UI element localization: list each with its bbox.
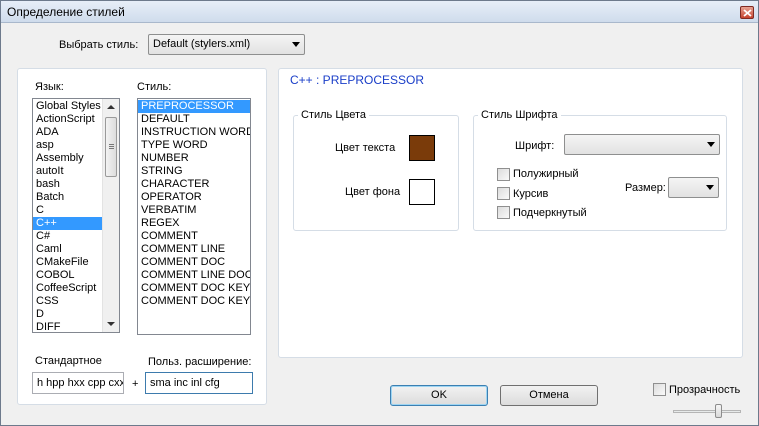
language-list-item[interactable]: C (33, 204, 102, 217)
bg-colour-label: Цвет фона (345, 186, 401, 198)
style-list-item[interactable]: CHARACTER (138, 178, 250, 191)
default-ext-value: h hpp hxx cpp cxx cc (37, 377, 124, 389)
colour-style-title: Стиль Цвета (298, 109, 369, 121)
chevron-down-icon (707, 142, 715, 147)
font-size-select[interactable] (668, 177, 719, 198)
style-list-item[interactable]: COMMENT (138, 230, 250, 243)
style-list-item[interactable]: DEFAULT (138, 113, 250, 126)
colour-style-group (293, 115, 459, 231)
scrollbar-thumb[interactable] (105, 117, 117, 177)
style-list-item[interactable]: COMMENT DOC KEYWORD ERROR (138, 295, 250, 308)
language-list-scrollbar[interactable] (102, 99, 119, 332)
language-list-item[interactable]: ActionScript (33, 113, 102, 126)
language-list-item[interactable]: Assembly (33, 152, 102, 165)
language-list-item[interactable]: Caml (33, 243, 102, 256)
font-style-group (473, 115, 727, 231)
style-list-item[interactable]: INSTRUCTION WORD (138, 126, 250, 139)
chevron-down-icon (706, 185, 714, 190)
language-list-item[interactable]: asp (33, 139, 102, 152)
title-bar[interactable]: Определение стилей (1, 1, 758, 23)
font-name-select[interactable] (564, 134, 720, 155)
language-list-item[interactable]: autoIt (33, 165, 102, 178)
language-label: Язык: (35, 81, 64, 93)
language-list-item[interactable]: bash (33, 178, 102, 191)
bold-label: Полужирный (513, 168, 579, 180)
style-list-item[interactable]: OPERATOR (138, 191, 250, 204)
fg-colour-swatch[interactable] (409, 135, 435, 161)
style-list-item[interactable]: TYPE WORD (138, 139, 250, 152)
language-list[interactable]: Global Styles ActionScript ADA asp Assembly a… (32, 98, 120, 333)
default-ext-field: h hpp hxx cpp cxx cc (32, 372, 124, 394)
theme-select-value: Default (stylers.xml) (153, 38, 251, 50)
bg-colour-swatch[interactable] (409, 179, 435, 205)
window-title: Определение стилей (7, 5, 125, 19)
language-list-item[interactable]: C++ (33, 217, 102, 230)
user-ext-value: sma inc inl cfg (150, 377, 220, 389)
transparency-label: Прозрачность (669, 384, 741, 396)
language-list-item[interactable]: C# (33, 230, 102, 243)
style-header-title: C++ : PREPROCESSOR (290, 73, 425, 87)
cancel-button[interactable]: Отмена (500, 385, 598, 406)
user-ext-input[interactable]: sma inc inl cfg (145, 372, 253, 394)
font-size-label: Размер: (625, 182, 666, 194)
chevron-down-icon (292, 42, 300, 47)
font-style-title: Стиль Шрифта (478, 109, 561, 121)
style-list-item[interactable]: NUMBER (138, 152, 250, 165)
underline-checkbox[interactable] (497, 206, 510, 219)
style-list-item[interactable]: COMMENT DOC KEYWORD (138, 282, 250, 295)
language-list-item[interactable]: Batch (33, 191, 102, 204)
style-list-item[interactable]: PREPROCESSOR (138, 100, 250, 113)
scroll-down-icon[interactable] (104, 317, 118, 331)
language-list-item[interactable]: CSS (33, 295, 102, 308)
fg-colour-label: Цвет текста (335, 142, 396, 154)
language-list-item[interactable]: CoffeeScript (33, 282, 102, 295)
close-button[interactable] (740, 6, 754, 19)
style-list-item[interactable]: COMMENT LINE (138, 243, 250, 256)
style-list-item[interactable]: COMMENT DOC (138, 256, 250, 269)
theme-select[interactable]: Default (stylers.xml) (148, 34, 305, 55)
transparency-slider-thumb[interactable] (715, 404, 722, 418)
font-name-label: Шрифт: (515, 140, 555, 152)
language-list-item[interactable]: D (33, 308, 102, 321)
style-list-item[interactable]: REGEX (138, 217, 250, 230)
plus-sign: + (132, 378, 139, 390)
language-list-item[interactable]: Global Styles (33, 100, 102, 113)
italic-checkbox[interactable] (497, 187, 510, 200)
ok-button[interactable]: OK (390, 385, 488, 406)
style-list-item[interactable]: STRING (138, 165, 250, 178)
language-list-item[interactable]: CMakeFile (33, 256, 102, 269)
bold-checkbox[interactable] (497, 168, 510, 181)
style-label: Стиль: (137, 81, 172, 93)
transparency-checkbox[interactable] (653, 383, 666, 396)
style-list-item[interactable]: VERBATIM (138, 204, 250, 217)
style-list-item[interactable]: COMMENT LINE DOC (138, 269, 250, 282)
language-list-item[interactable]: COBOL (33, 269, 102, 282)
user-ext-label: Польз. расширение: (148, 356, 252, 368)
scroll-up-icon[interactable] (104, 100, 118, 114)
language-list-item[interactable]: ADA (33, 126, 102, 139)
transparency-slider-track[interactable] (673, 410, 741, 413)
style-configurator-dialog: Определение стилей Выбрать стиль: Defaul… (0, 0, 759, 426)
default-ext-label: Стандартное (35, 355, 102, 367)
theme-label: Выбрать стиль: (59, 39, 139, 51)
close-icon (743, 9, 752, 17)
underline-label: Подчеркнутый (513, 207, 587, 219)
italic-label: Курсив (513, 188, 549, 200)
style-list[interactable]: PREPROCESSOR DEFAULT INSTRUCTION WORD TYPE … (137, 98, 251, 335)
language-list-item[interactable]: DIFF (33, 321, 102, 332)
